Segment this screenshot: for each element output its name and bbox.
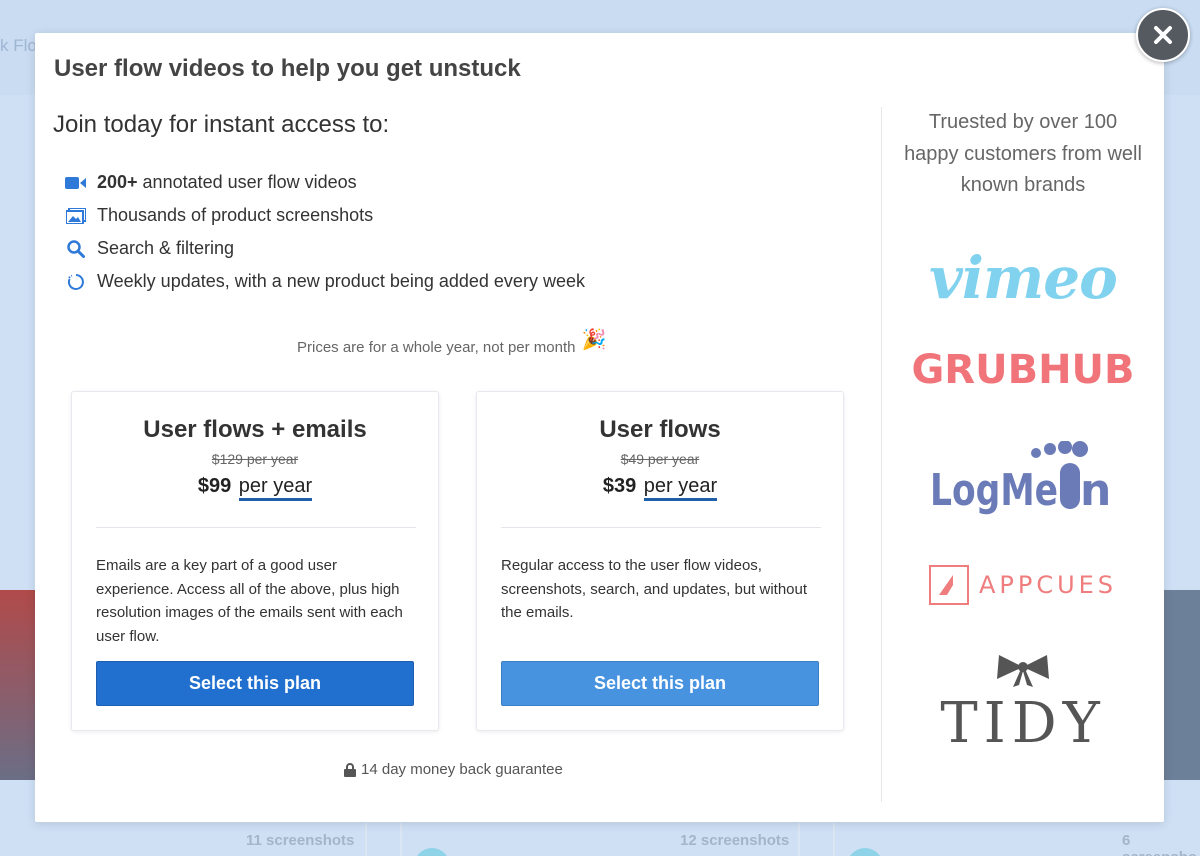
plan-old-price: $129 per year [211, 451, 299, 467]
feature-item-screenshots: Thousands of product screenshots [65, 199, 585, 232]
price-note: Prices are for a whole year, not per mon… [297, 329, 606, 356]
search-icon [65, 239, 87, 259]
feature-text: Search & filtering [97, 238, 235, 258]
feature-item-updates: Weekly updates, with a new product being… [65, 265, 585, 298]
plan-description: Regular access to the user flow videos, … [501, 557, 808, 621]
plan-price-amount: $99 [197, 475, 232, 497]
feature-text: Weekly updates, with a new product being… [97, 271, 585, 291]
background-divider [798, 822, 800, 856]
appcues-logo: APPCUES [903, 563, 1143, 607]
feature-bold: 200+ [97, 172, 138, 192]
plan-name: User flows + emails [143, 416, 367, 443]
plan-divider [501, 527, 821, 528]
plan-price: $99 per year [72, 475, 438, 501]
background-divider [365, 822, 367, 856]
feature-item-search: Search & filtering [65, 232, 585, 265]
price-note-text: Prices are for a whole year, not per mon… [297, 339, 576, 356]
background-screenshot-count: 6 screensho [1122, 832, 1197, 856]
feature-text: annotated user flow videos [142, 172, 357, 192]
plan-card-flows: User flows $49 per year $39 per year Reg… [476, 391, 844, 731]
plan-price-period: per year [643, 475, 718, 501]
plan-divider [96, 527, 416, 528]
plan-price: $39 per year [477, 475, 843, 501]
appcues-mark-icon [928, 565, 969, 605]
background-screenshot-count: 12 screenshots [680, 832, 790, 849]
grubhub-logo: GRUBHUB [903, 345, 1143, 395]
svg-text:LogMe: LogMe [930, 465, 1058, 516]
tidy-logo: TIDY [903, 649, 1143, 759]
svg-text:n: n [1080, 465, 1111, 516]
bow-icon [997, 654, 1049, 687]
plan-old-price: $49 per year [620, 451, 700, 467]
refresh-circle-icon [65, 272, 87, 292]
image-gallery-icon [65, 206, 87, 226]
background-screenshot-count: 11 screenshots [246, 832, 355, 849]
background-card-left [0, 590, 40, 780]
background-avatar [847, 848, 883, 856]
lock-icon [344, 762, 356, 777]
close-button[interactable] [1136, 8, 1190, 62]
background-divider [833, 822, 835, 856]
vimeo-logo-text: vimeo [929, 244, 1118, 312]
logmein-logo: LogMe n [903, 441, 1143, 519]
background-card-right [1160, 590, 1200, 780]
feature-text: Thousands of product screenshots [97, 205, 374, 225]
video-camera-icon [65, 173, 87, 193]
background-avatar [414, 848, 450, 856]
plan-description: Emails are a key part of a good user exp… [96, 557, 403, 645]
background-breadcrumb: k Flo [0, 36, 37, 55]
grubhub-logo-text: GRUBHUB [911, 347, 1135, 393]
appcues-logo-text: APPCUES [978, 571, 1118, 599]
plan-card-emails: User flows + emails $129 per year $99 pe… [71, 391, 439, 731]
guarantee-text: 14 day money back guarantee [361, 761, 563, 778]
trusted-heading: Truested by over 100 happy customers fro… [904, 111, 1142, 196]
pricing-modal: User flow videos to help you get unstuck… [35, 33, 1164, 822]
plan-price-period: per year [238, 475, 313, 501]
guarantee-note: 14 day money back guarantee [344, 761, 563, 778]
background-divider [400, 822, 402, 856]
intro-heading: Join today for instant access to: [53, 111, 390, 138]
plan-price-amount: $39 [602, 475, 637, 497]
party-popper-icon: 🎉 [581, 329, 607, 351]
tidy-logo-text: TIDY [940, 690, 1106, 756]
select-plan-button[interactable]: Select this plan [96, 661, 414, 706]
plan-name: User flows [599, 416, 721, 443]
modal-title: User flow videos to help you get unstuck [54, 55, 521, 82]
close-icon [1154, 26, 1172, 44]
column-divider [881, 107, 882, 802]
feature-item-videos: 200+ annotated user flow videos [65, 166, 585, 199]
feature-list: 200+ annotated user flow videos Thousand… [65, 166, 585, 298]
select-plan-button[interactable]: Select this plan [501, 661, 819, 706]
vimeo-logo: vimeo [903, 244, 1143, 312]
